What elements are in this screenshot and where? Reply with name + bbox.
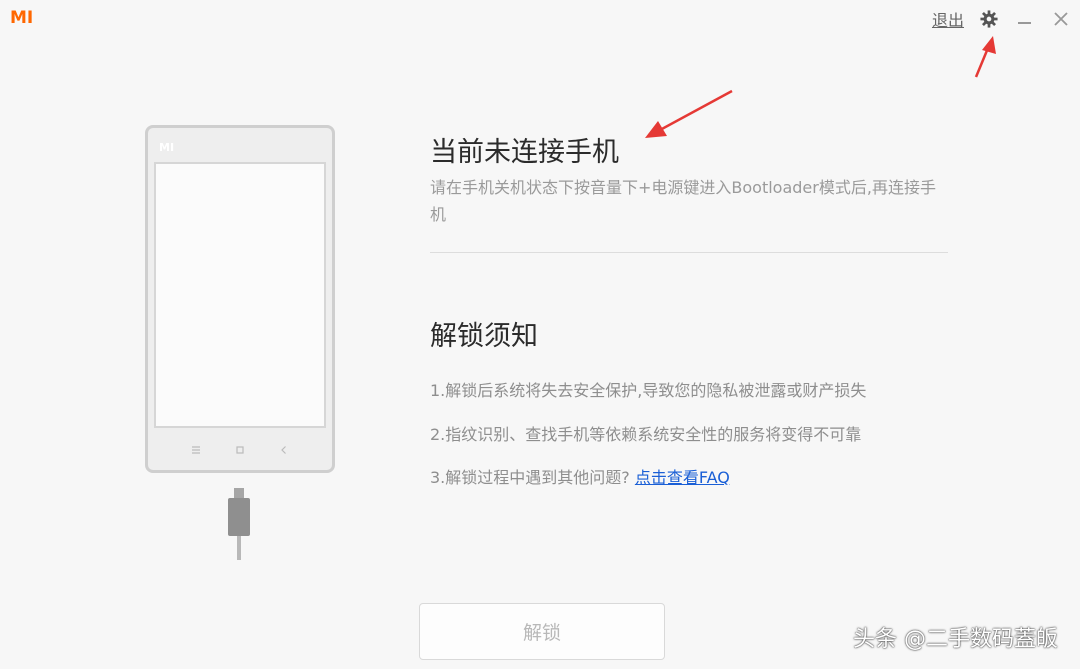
phone-illustration: MI	[145, 125, 335, 473]
menu-key-icon	[190, 444, 202, 456]
home-key-icon	[234, 444, 246, 456]
mi-logo: MI	[10, 8, 34, 28]
phone-nav-keys	[148, 444, 332, 456]
notice-item-2: 2.指纹识别、查找手机等依赖系统安全性的服务将变得不可靠	[430, 425, 862, 444]
unlock-notice-title: 解锁须知	[430, 321, 538, 352]
minimize-icon[interactable]	[1014, 8, 1036, 30]
notice-item-3-text: 3.解锁过程中遇到其他问题?	[430, 468, 630, 487]
title-bar-controls: 退出	[932, 6, 1072, 32]
unlock-tool-window: MI 退出 MI 当前未连接手机 请在手机关机状态下按音量下+电源键进入Boot…	[0, 0, 1080, 669]
notice-item-3: 3.解锁过程中遇到其他问题? 点击查看FAQ	[430, 464, 730, 488]
connection-status-title: 当前未连接手机	[430, 137, 619, 168]
close-icon[interactable]	[1050, 8, 1072, 30]
gear-icon[interactable]	[978, 8, 1000, 30]
divider	[430, 252, 948, 253]
exit-link[interactable]: 退出	[932, 7, 964, 31]
arrow-to-settings-icon	[974, 36, 996, 78]
connection-instructions: 请在手机关机状态下按音量下+电源键进入Bootloader模式后,再连接手机	[430, 178, 936, 224]
faq-link[interactable]: 点击查看FAQ	[635, 468, 730, 487]
usb-cable-icon	[228, 488, 250, 560]
phone-screen	[154, 162, 326, 428]
watermark: 头条 @二手数码蓋皈	[853, 627, 1058, 652]
phone-mi-logo: MI	[159, 141, 175, 154]
arrow-to-status-icon	[645, 89, 733, 138]
back-key-icon	[278, 444, 290, 456]
unlock-button[interactable]: 解锁	[419, 603, 665, 660]
notice-item-1: 1.解锁后系统将失去安全保护,导致您的隐私被泄露或财产损失	[430, 381, 867, 400]
